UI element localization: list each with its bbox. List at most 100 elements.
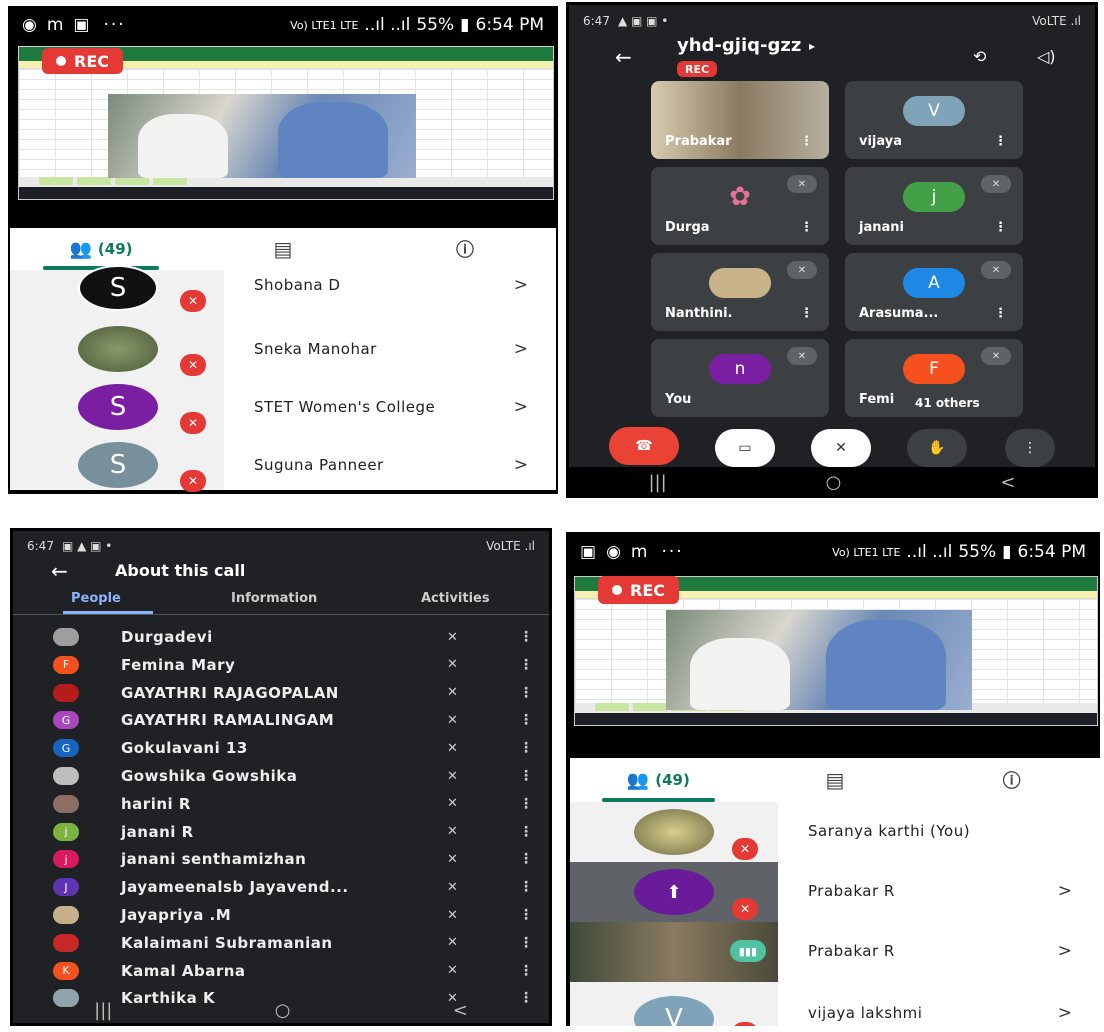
- list-item[interactable]: j janani R ✕ ⋮: [13, 818, 549, 846]
- more-options-icon[interactable]: ⋮: [519, 740, 533, 756]
- mic-off-icon: ✕: [447, 712, 458, 728]
- mic-off-icon: ✕: [180, 290, 206, 312]
- home-button[interactable]: ○: [275, 1000, 291, 1021]
- mic-off-icon: ✕: [787, 261, 817, 279]
- back-button[interactable]: <: [1000, 472, 1015, 493]
- participant-row[interactable]: ✕ Saranya karthi (You): [570, 802, 1100, 862]
- participant-name: STET Women's College: [254, 398, 436, 416]
- participant-row[interactable]: S ✕ Suguna Panneer >: [10, 436, 556, 494]
- present-screen-icon: ⬆: [666, 881, 682, 903]
- list-item[interactable]: Durgadevi ✕ ⋮: [13, 623, 549, 651]
- participant-name: vijaya lakshmi: [808, 1004, 923, 1022]
- clock: 6:54 PM: [475, 15, 545, 35]
- list-item[interactable]: G Gokulavani 13 ✕ ⋮: [13, 734, 549, 762]
- more-options-icon[interactable]: ⋮: [519, 768, 533, 784]
- others-count[interactable]: 41 others: [907, 393, 988, 413]
- meeting-code[interactable]: yhd-gjiq-gzz: [677, 35, 801, 56]
- notification-icons: ▲ ▣ ▣ •: [617, 14, 669, 28]
- participant-tile[interactable]: ✕ A Arasuma... ⋮: [845, 253, 1023, 331]
- mic-off-icon: ✕: [981, 347, 1011, 365]
- participant-tile[interactable]: Prabakar ⋮: [651, 81, 829, 159]
- participant-row[interactable]: ▮▮▮ Prabakar R >: [570, 922, 1100, 982]
- back-arrow-icon[interactable]: ←: [615, 45, 632, 69]
- mic-off-icon: ✕: [732, 898, 758, 920]
- back-arrow-icon[interactable]: ←: [51, 559, 68, 583]
- people-list: Durgadevi ✕ ⋮ F Femina Mary ✕ ⋮ GAYATHRI RAJAGO…: [13, 619, 549, 1008]
- more-options-button[interactable]: ⋮: [1005, 429, 1055, 467]
- avatar: V: [903, 95, 965, 126]
- tile-menu-icon[interactable]: ⋮: [994, 220, 1007, 235]
- participant-name: Shobana D: [254, 276, 341, 294]
- more-options-icon[interactable]: ⋮: [519, 629, 533, 645]
- more-options-icon[interactable]: ⋮: [519, 685, 533, 701]
- end-call-button[interactable]: ☎: [609, 427, 679, 465]
- more-options-icon[interactable]: ⋮: [519, 712, 533, 728]
- recents-button[interactable]: |||: [94, 1000, 112, 1021]
- list-item[interactable]: Gowshika Gowshika ✕ ⋮: [13, 762, 549, 790]
- more-options-icon[interactable]: ⋮: [519, 824, 533, 840]
- chevron-right-icon: >: [513, 275, 528, 295]
- tile-menu-icon[interactable]: ⋮: [994, 306, 1007, 321]
- participant-tile[interactable]: ✕ ✿ Durga ⋮: [651, 167, 829, 245]
- participant-tile[interactable]: ✕ j janani ⋮: [845, 167, 1023, 245]
- back-button[interactable]: <: [453, 1000, 468, 1021]
- raise-hand-button[interactable]: ✋: [907, 429, 967, 467]
- more-options-icon[interactable]: ⋮: [519, 935, 533, 951]
- recents-button[interactable]: |||: [648, 472, 666, 493]
- list-item[interactable]: harini R ✕ ⋮: [13, 790, 549, 818]
- participant-row[interactable]: S ✕ STET Women's College >: [10, 378, 556, 436]
- list-item[interactable]: j janani senthamizhan ✕ ⋮: [13, 845, 549, 873]
- tab-people[interactable]: People: [71, 591, 121, 606]
- mic-off-icon: ✕: [787, 347, 817, 365]
- list-item[interactable]: GAYATHRI RAJAGOPALAN ✕ ⋮: [13, 679, 549, 707]
- more-options-icon[interactable]: ⋮: [519, 851, 533, 867]
- signal: ..ıl ..ıl: [906, 542, 953, 562]
- list-item[interactable]: J Jayameenalsb Jayavend... ✕ ⋮: [13, 873, 549, 901]
- more-options-icon[interactable]: ⋮: [519, 963, 533, 979]
- m-icon: m: [46, 15, 64, 35]
- participant-name: Prabakar R: [808, 942, 895, 960]
- list-item[interactable]: K Kamal Abarna ✕ ⋮: [13, 957, 549, 985]
- mic-off-button[interactable]: ✕: [811, 429, 871, 467]
- home-button[interactable]: ○: [826, 472, 842, 493]
- tile-menu-icon[interactable]: ⋮: [800, 220, 813, 235]
- tile-menu-icon[interactable]: ⋮: [994, 134, 1007, 149]
- more-options-icon[interactable]: ⋮: [519, 657, 533, 673]
- participant-tile[interactable]: Vvijaya ⋮: [845, 81, 1023, 159]
- more-options-icon[interactable]: ⋮: [519, 879, 533, 895]
- tab-info[interactable]: ⓘ: [923, 758, 1100, 802]
- list-item[interactable]: Jayapriya .M ✕ ⋮: [13, 901, 549, 929]
- camera-off-button[interactable]: ▭: [715, 429, 775, 467]
- participant-name: janani senthamizhan: [121, 850, 307, 869]
- switch-camera-icon[interactable]: ⟲: [973, 47, 986, 66]
- panel-meet-grid-top-right: 6:47 ▲ ▣ ▣ • VoLTE .ıl ← yhd-gjiq-gzz ▸ …: [566, 2, 1098, 498]
- avatar: S: [78, 265, 158, 311]
- participant-tile[interactable]: ✕ F Femi 41 others: [845, 339, 1023, 417]
- list-item[interactable]: F Femina Mary ✕ ⋮: [13, 651, 549, 679]
- list-item[interactable]: G GAYATHRI RAMALINGAM ✕ ⋮: [13, 706, 549, 734]
- avatar: S: [78, 442, 158, 488]
- recording-badge: REC: [677, 61, 718, 77]
- tile-menu-icon[interactable]: ⋮: [800, 306, 813, 321]
- participant-name: Prabakar R: [808, 882, 895, 900]
- participant-row[interactable]: S ✕ Shobana D >: [10, 262, 556, 314]
- tab-chat[interactable]: ▤: [747, 758, 924, 802]
- avatar: G: [53, 739, 79, 758]
- tab-information[interactable]: Information: [231, 591, 317, 606]
- participant-name: Femina Mary: [121, 655, 236, 674]
- tab-people[interactable]: 👥 (49): [570, 758, 747, 802]
- more-options-icon[interactable]: ⋮: [519, 907, 533, 923]
- participant-row[interactable]: ✕ Sneka Manohar >: [10, 320, 556, 378]
- mic-off-icon: ✕: [447, 907, 458, 923]
- participant-tile[interactable]: ✕ n You: [651, 339, 829, 417]
- participant-tile[interactable]: ✕ Nanthini. ⋮: [651, 253, 829, 331]
- mic-off-icon: ✕: [447, 879, 458, 895]
- more-options-icon[interactable]: ⋮: [519, 796, 533, 812]
- speaker-icon[interactable]: ◁): [1037, 47, 1056, 66]
- tile-menu-icon[interactable]: ⋮: [800, 134, 813, 149]
- participant-row[interactable]: ⬆ ✕ Prabakar R >: [570, 862, 1100, 922]
- panel-meet-participants-top-left: ◉ m ▣ ··· Vo) LTE1 LTE ..ıl ..ıl 55% ▮ 6…: [8, 6, 558, 494]
- list-item[interactable]: Kalaimani Subramanian ✕ ⋮: [13, 929, 549, 957]
- participant-row[interactable]: V ✕ vijaya lakshmi >: [570, 982, 1100, 1026]
- tab-activities[interactable]: Activities: [421, 591, 490, 606]
